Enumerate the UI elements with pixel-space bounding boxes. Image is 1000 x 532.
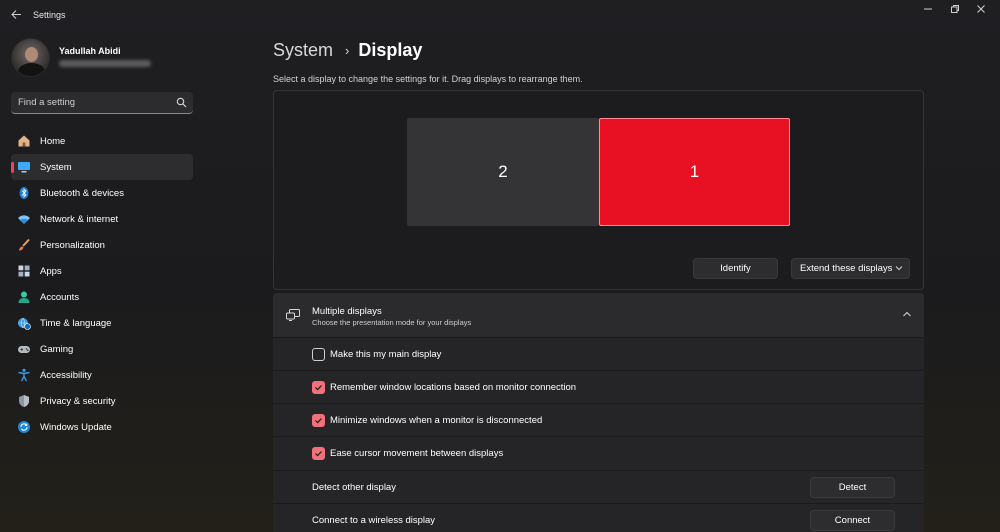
- chevron-down-icon: [895, 266, 903, 271]
- multiple-displays-icon: [286, 309, 300, 321]
- back-button[interactable]: [8, 8, 24, 24]
- avatar-body: [18, 63, 45, 76]
- sidebar-item-bluetooth[interactable]: Bluetooth & devices: [11, 180, 193, 206]
- sidebar-item-accounts[interactable]: Accounts: [11, 284, 193, 310]
- chevron-up-icon[interactable]: [902, 309, 912, 319]
- sidebar-item-label: Personalization: [40, 239, 105, 251]
- option-row-minimize-windows[interactable]: Minimize windows when a monitor is disco…: [273, 403, 924, 436]
- sidebar-item-accessibility[interactable]: Accessibility: [11, 362, 193, 388]
- option-label: Minimize windows when a monitor is disco…: [330, 414, 543, 426]
- title-bar: Settings: [0, 0, 1000, 32]
- user-name: Yadullah Abidi: [59, 46, 121, 56]
- identify-button[interactable]: Identify: [693, 258, 778, 279]
- sidebar-item-label: Accessibility: [40, 369, 92, 381]
- detect-display-row: Detect other display Detect: [273, 470, 924, 503]
- globe-clock-icon: [18, 317, 31, 330]
- sidebar-item-system[interactable]: System: [11, 154, 193, 180]
- breadcrumb-separator: ›: [345, 42, 350, 58]
- shield-icon: [19, 395, 29, 407]
- sidebar-item-home[interactable]: Home: [11, 128, 193, 154]
- main-display-checkbox[interactable]: [312, 347, 325, 361]
- minimize-icon: [924, 8, 932, 10]
- bluetooth-icon: [19, 187, 29, 199]
- search-input[interactable]: [18, 92, 168, 113]
- search-icon: [176, 97, 187, 108]
- minimize-windows-checkbox[interactable]: [312, 413, 325, 427]
- back-arrow-icon: [10, 10, 21, 19]
- sidebar-item-label: Gaming: [40, 343, 74, 355]
- user-email-redacted: [59, 60, 151, 67]
- monitor-icon: [18, 162, 30, 173]
- wireless-display-row: Connect to a wireless display Connect: [273, 503, 924, 532]
- wireless-label: Connect to a wireless display: [312, 514, 436, 526]
- sidebar-item-label: Network & internet: [40, 213, 119, 225]
- option-label: Remember window locations based on monit…: [330, 381, 577, 393]
- sidebar-item-personalization[interactable]: Personalization: [11, 232, 193, 258]
- sidebar-item-network[interactable]: Network & internet: [11, 206, 193, 232]
- option-row-ease-cursor[interactable]: Ease cursor movement between displays: [273, 436, 924, 469]
- breadcrumb-parent-link[interactable]: System: [273, 40, 333, 61]
- close-button[interactable]: [970, 4, 992, 18]
- option-row-remember-locations[interactable]: Remember window locations based on monit…: [273, 370, 924, 403]
- search-box[interactable]: [11, 92, 193, 114]
- ease-cursor-checkbox[interactable]: [312, 446, 325, 460]
- accessibility-icon: [18, 368, 30, 382]
- page-title: Display: [358, 39, 423, 60]
- person-icon: [18, 291, 30, 303]
- sidebar-item-windows-update[interactable]: Windows Update: [11, 414, 193, 440]
- section-title: Multiple displays: [312, 306, 382, 317]
- update-icon: [18, 421, 30, 433]
- display-arrangement-panel: 2 1 Identify Extend these displays: [273, 90, 924, 290]
- multiple-displays-header[interactable]: Multiple displays Choose the presentatio…: [273, 293, 924, 337]
- sidebar-item-label: Privacy & security: [40, 395, 116, 407]
- sidebar-item-label: System: [40, 161, 72, 173]
- checkmark-icon: [315, 384, 322, 390]
- sidebar-item-label: Windows Update: [40, 421, 112, 433]
- brush-icon: [19, 238, 30, 251]
- avatar-head: [25, 47, 38, 62]
- option-row-main-display[interactable]: Make this my main display: [273, 337, 924, 370]
- sidebar-item-label: Time & language: [40, 317, 112, 329]
- section-subtitle: Choose the presentation mode for your di…: [312, 318, 472, 327]
- detect-button[interactable]: Detect: [810, 477, 895, 498]
- gamepad-icon: [18, 346, 30, 353]
- sidebar-item-time-language[interactable]: Time & language: [11, 310, 193, 336]
- user-profile[interactable]: Yadullah Abidi: [11, 38, 211, 78]
- monitor-number: 1: [689, 162, 700, 181]
- sidebar-item-label: Home: [40, 135, 66, 147]
- monitor-2-tile[interactable]: 2: [407, 118, 599, 226]
- connect-button[interactable]: Connect: [810, 510, 895, 531]
- option-label: Make this my main display: [330, 348, 442, 360]
- apps-icon: [18, 265, 30, 277]
- sidebar-item-label: Accounts: [40, 291, 80, 303]
- restore-icon: [951, 5, 959, 13]
- checkmark-icon: [315, 450, 322, 456]
- sidebar-item-label: Bluetooth & devices: [40, 187, 124, 199]
- multiple-displays-section: Multiple displays Choose the presentatio…: [273, 293, 924, 532]
- sidebar-item-privacy[interactable]: Privacy & security: [11, 388, 193, 414]
- close-icon: [977, 5, 985, 13]
- display-mode-value: Extend these displays: [800, 263, 893, 274]
- app-title: Settings: [33, 10, 66, 20]
- restore-button[interactable]: [944, 4, 966, 18]
- sidebar-item-label: Apps: [40, 265, 62, 277]
- sidebar-nav: Home System Bluetooth & devices Network …: [11, 128, 193, 440]
- detect-label: Detect other display: [312, 481, 396, 493]
- option-label: Ease cursor movement between displays: [330, 447, 504, 459]
- display-mode-dropdown[interactable]: Extend these displays: [791, 258, 910, 279]
- avatar: [11, 38, 50, 77]
- remember-locations-checkbox[interactable]: [312, 380, 325, 394]
- breadcrumb: System › Display: [273, 38, 422, 62]
- minimize-button[interactable]: [917, 4, 939, 18]
- monitor-number: 2: [498, 162, 508, 181]
- sidebar-item-gaming[interactable]: Gaming: [11, 336, 193, 362]
- checkmark-icon: [315, 417, 322, 423]
- wifi-icon: [18, 215, 30, 224]
- monitor-1-tile[interactable]: 1: [599, 118, 790, 226]
- arrange-hint: Select a display to change the settings …: [273, 74, 583, 84]
- sidebar-item-apps[interactable]: Apps: [11, 258, 193, 284]
- home-icon: [18, 135, 30, 147]
